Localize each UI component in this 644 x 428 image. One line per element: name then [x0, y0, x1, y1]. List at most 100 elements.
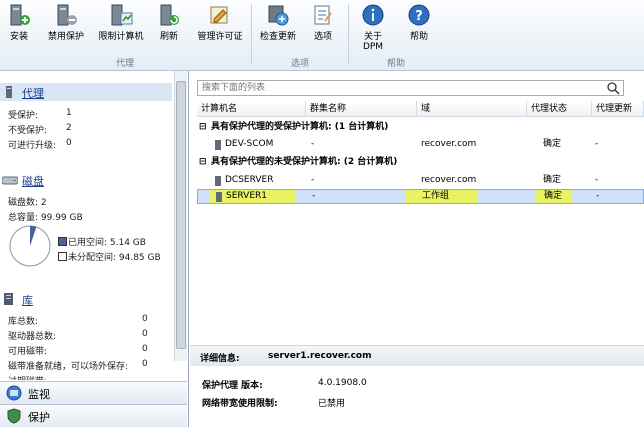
cell-agent-update: - — [596, 191, 600, 201]
details-pane: 详细信息: server1.recover.com 保护代理 版本: 4.0.1… — [190, 345, 644, 428]
agents-upgradable-label: 可进行升级: — [8, 141, 57, 151]
library-drives-value: 0 — [142, 329, 148, 339]
agents-protected-value: 1 — [66, 108, 72, 118]
options-label: 选项 — [313, 32, 332, 42]
cell-computer-name: DEV-SCOM — [225, 139, 274, 149]
disks-section-title[interactable]: 磁盘 — [22, 173, 44, 189]
refresh-label: 刷新 — [159, 32, 178, 42]
disk-total-capacity: 总容量: 99.99 GB — [8, 213, 83, 223]
agents-upgradable-value: 0 — [66, 138, 72, 148]
col-header-domain[interactable]: 域 — [417, 101, 527, 117]
manage-license-button[interactable]: 管理许可证 — [194, 3, 246, 49]
check-updates-label: 检查更新 — [259, 32, 296, 42]
group-collapse-icon[interactable]: ⊟ — [199, 120, 207, 134]
disable-protection-icon — [57, 4, 77, 26]
group-collapse-icon[interactable]: ⊟ — [199, 155, 207, 169]
library-tapes-value: 0 — [142, 344, 148, 354]
col-header-agent-status[interactable]: 代理状态 — [527, 101, 592, 117]
help-icon: ? — [408, 4, 430, 26]
agents-unprotected-value: 2 — [66, 123, 72, 133]
nav-protection[interactable]: 保护 — [0, 404, 187, 427]
table-row[interactable]: DCSERVER - recover.com 确定 - — [197, 173, 644, 188]
library-expired-label: 过期磁带: — [8, 374, 47, 380]
col-header-cluster-name[interactable]: 群集名称 — [306, 101, 417, 117]
library-tapes-label: 可用磁带: — [8, 347, 48, 357]
col-header-computer-name[interactable]: 计算机名 — [197, 101, 306, 117]
throttle-computer-button[interactable]: 限制计算机 — [93, 3, 149, 49]
install-button[interactable]: 安装 — [2, 3, 36, 49]
left-pane-scrollbar[interactable] — [174, 71, 187, 361]
bandwidth-throttle-value: 已禁用 — [318, 399, 346, 409]
cell-domain: 工作组 — [422, 191, 450, 201]
agent-version-label: 保护代理 版本: — [202, 381, 263, 391]
install-icon — [10, 4, 30, 26]
library-icon — [4, 293, 13, 305]
bandwidth-throttle-label: 网络带宽使用限制: — [202, 399, 278, 409]
library-section-title[interactable]: 库 — [22, 292, 33, 308]
disk-usage-pie — [9, 225, 51, 267]
cell-cluster: - — [312, 191, 316, 201]
computers-grid: 计算机名 群集名称 域 代理状态 代理更新 ⊟ 具有保护代理的受保护计算机: (… — [197, 101, 644, 371]
table-row-selected[interactable]: SERVER1 - 工作组 确定 - — [197, 189, 644, 204]
cell-domain: recover.com — [421, 139, 477, 149]
group-unprotected[interactable]: ⊟ 具有保护代理的未受保护计算机: (2 台计算机) — [197, 155, 644, 169]
col-header-agent-update[interactable]: 代理更新 — [592, 101, 644, 117]
details-label: 详细信息: — [200, 354, 240, 364]
group-protected[interactable]: ⊟ 具有保护代理的受保护计算机: (1 台计算机) — [197, 120, 644, 134]
disable-protection-button[interactable]: 禁用保护 — [42, 3, 90, 49]
used-legend-swatch — [58, 237, 67, 246]
options-button[interactable]: 选项 — [306, 3, 340, 49]
cell-agent-update: - — [595, 175, 599, 185]
refresh-button[interactable]: 刷新 — [152, 3, 186, 49]
agents-section-header[interactable]: 代理 — [0, 83, 172, 101]
search-icon[interactable] — [604, 81, 622, 95]
nav-protection-label: 保护 — [28, 411, 50, 424]
cell-computer-name: SERVER1 — [226, 191, 267, 201]
library-drives-label: 驱动器总数: — [8, 332, 57, 342]
monitoring-icon — [6, 385, 22, 401]
agents-section-title[interactable]: 代理 — [22, 85, 44, 101]
info-icon — [362, 4, 384, 26]
nav-monitoring[interactable]: 监视 — [0, 381, 187, 404]
help-button[interactable]: ? 帮助 — [402, 3, 436, 49]
cell-cluster: - — [311, 175, 315, 185]
group-title: 具有保护代理的受保护计算机: (1 台计算机) — [211, 122, 389, 132]
library-section-header[interactable]: 库 — [0, 290, 172, 308]
used-space-legend: 已用空间: 5.14 GB — [68, 238, 146, 248]
search-input[interactable] — [197, 80, 624, 96]
server-icon — [215, 140, 221, 150]
about-label: 关于 — [363, 32, 382, 42]
about-dpm-button[interactable]: 关于 DPM — [356, 3, 390, 52]
check-updates-button[interactable]: 检查更新 — [256, 3, 300, 49]
library-total-label: 库总数: — [8, 317, 39, 327]
ribbon-group-options: 选项 — [290, 59, 309, 69]
about-dpm-label: DPM — [362, 42, 384, 52]
cell-agent-status: 确定 — [543, 139, 562, 149]
library-total-value: 0 — [142, 314, 148, 324]
free-legend-swatch — [58, 252, 67, 261]
group-title: 具有保护代理的未受保护计算机: (2 台计算机) — [211, 157, 398, 167]
manage-license-icon — [210, 6, 228, 24]
ribbon-separator — [348, 4, 349, 64]
disk-icon — [2, 176, 18, 185]
svg-text:?: ? — [415, 9, 423, 24]
table-row[interactable]: DEV-SCOM - recover.com 确定 - — [197, 137, 644, 152]
nav-monitoring-label: 监视 — [28, 388, 50, 401]
throttle-computer-label: 限制计算机 — [98, 32, 144, 42]
agents-unprotected-label: 不受保护: — [8, 126, 48, 136]
agents-protected-label: 受保护: — [8, 111, 39, 121]
free-space-legend: 未分配空间: 94.85 GB — [68, 253, 161, 263]
server-icon — [216, 192, 222, 202]
disks-section-header[interactable]: 磁盘 — [0, 171, 172, 189]
ribbon-group-agents: 代理 — [115, 59, 134, 69]
left-summary-pane: ‹ 代理 受保护: 1 不受保护: 2 可进行升级: 0 磁盘 磁盘数: 2 总… — [0, 71, 189, 427]
library-offsite-value: 0 — [142, 359, 148, 369]
agent-icon — [6, 86, 12, 98]
agent-version-value: 4.0.1908.0 — [318, 378, 367, 388]
cell-cluster: - — [311, 139, 315, 149]
disk-count: 磁盘数: 2 — [8, 198, 47, 208]
scrollbar-thumb[interactable] — [176, 81, 186, 349]
options-icon — [314, 5, 332, 25]
library-offsite-label: 磁带准备就绪，可以场外保存: — [8, 362, 129, 372]
refresh-icon — [160, 4, 179, 26]
